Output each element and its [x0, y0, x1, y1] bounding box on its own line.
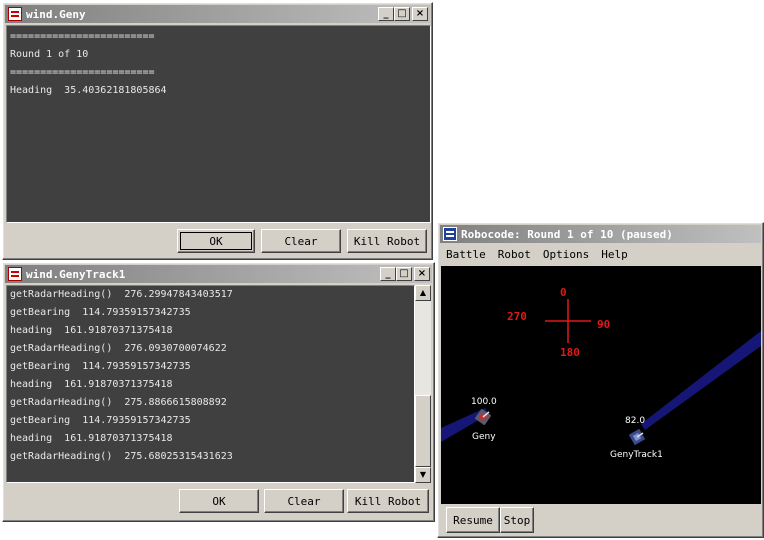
- vertical-scrollbar[interactable]: ▲ ▼: [415, 285, 431, 483]
- menu-bar: Battle Robot Options Help: [440, 245, 761, 263]
- geny-console-output[interactable]: ======================== Round 1 of 10 =…: [6, 25, 431, 223]
- menu-robot[interactable]: Robot: [492, 248, 537, 261]
- console-line: heading 161.91870371375418: [10, 325, 173, 336]
- console-line: heading 161.91870371375418: [10, 379, 173, 390]
- menu-battle[interactable]: Battle: [440, 248, 492, 261]
- battlefield[interactable]: 0 90 180 270 100.0 Geny 82.0 GenyTrack1: [441, 266, 761, 504]
- menu-options[interactable]: Options: [537, 248, 595, 261]
- geny-energy: 100.0: [471, 397, 497, 407]
- genytrack1-robot-icon[interactable]: [629, 429, 645, 445]
- java-app-icon: [8, 267, 22, 281]
- clear-button[interactable]: Clear: [261, 229, 341, 253]
- console-line: Round 1 of 10: [10, 49, 89, 60]
- window-title: wind.GenyTrack1: [26, 267, 126, 281]
- geny-robot-icon[interactable]: [475, 409, 491, 425]
- console-line: getRadarHeading() 275.8866615808892: [10, 397, 227, 408]
- genytrack1-title-bar[interactable]: wind.GenyTrack1 _ □ ×: [5, 265, 432, 283]
- close-icon[interactable]: ×: [414, 267, 430, 281]
- console-line: getRadarHeading() 276.0930700074622: [10, 343, 227, 354]
- kill-robot-button[interactable]: Kill Robot: [347, 489, 429, 513]
- minimize-icon[interactable]: _: [378, 7, 394, 21]
- maximize-icon[interactable]: □: [394, 7, 410, 21]
- genytrack1-radar-beam: [641, 331, 761, 430]
- console-line: Heading 35.40362181805864: [10, 85, 167, 96]
- compass-east-label: 90: [597, 318, 611, 331]
- console-line: ========================: [10, 67, 155, 78]
- console-line: heading 161.91870371375418: [10, 433, 173, 444]
- console-line: getRadarHeading() 275.68025315431623: [10, 451, 233, 462]
- compass-west-label: 270: [507, 310, 527, 323]
- radar-beams: [441, 299, 761, 442]
- ok-button[interactable]: OK: [177, 229, 255, 253]
- genytrack1-name: GenyTrack1: [610, 450, 663, 460]
- robocode-battle-window: Robocode: Round 1 of 10 (paused) Battle …: [437, 222, 764, 538]
- console-line: ========================: [10, 31, 155, 42]
- kill-robot-button[interactable]: Kill Robot: [347, 229, 427, 253]
- genytrack1-energy: 82.0: [625, 416, 646, 426]
- close-icon[interactable]: ×: [412, 7, 428, 21]
- scrollbar-thumb[interactable]: [415, 395, 431, 467]
- window-title: wind.Geny: [26, 7, 86, 21]
- geny-console-window: wind.Geny _ □ × ========================…: [2, 2, 433, 260]
- genytrack1-console-output[interactable]: getRadarHeading() 276.29947843403517 get…: [6, 285, 415, 483]
- java-app-icon: [8, 7, 22, 21]
- resume-button[interactable]: Resume: [446, 507, 500, 533]
- console-line: getBearing 114.79359157342735: [10, 361, 191, 372]
- clear-button[interactable]: Clear: [264, 489, 344, 513]
- menu-help[interactable]: Help: [595, 248, 634, 261]
- scroll-up-icon[interactable]: ▲: [415, 285, 431, 301]
- geny-title-bar[interactable]: wind.Geny _ □ ×: [5, 5, 430, 23]
- ok-button[interactable]: OK: [179, 489, 259, 513]
- console-line: getRadarHeading() 276.29947843403517: [10, 289, 233, 300]
- geny-name: Geny: [472, 432, 496, 442]
- robocode-app-icon: [443, 227, 457, 241]
- console-line: getBearing 114.79359157342735: [10, 415, 191, 426]
- robocode-title-bar[interactable]: Robocode: Round 1 of 10 (paused): [440, 225, 761, 243]
- stop-button[interactable]: Stop: [500, 507, 534, 533]
- genytrack1-console-window: wind.GenyTrack1 _ □ × getRadarHeading() …: [2, 262, 435, 522]
- maximize-icon[interactable]: □: [396, 267, 412, 281]
- window-title: Robocode: Round 1 of 10 (paused): [461, 227, 673, 241]
- scroll-down-icon[interactable]: ▼: [415, 467, 431, 483]
- console-line: getBearing 114.79359157342735: [10, 307, 191, 318]
- compass-south-label: 180: [560, 346, 580, 359]
- compass-north-label: 0: [560, 286, 567, 299]
- minimize-icon[interactable]: _: [380, 267, 396, 281]
